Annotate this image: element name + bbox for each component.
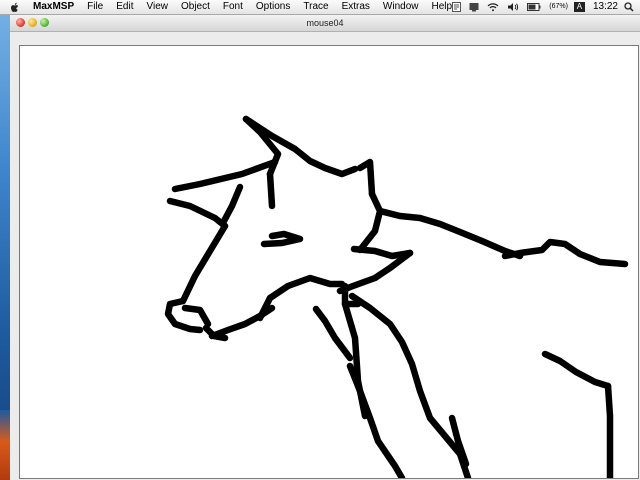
drawing-canvas[interactable] bbox=[19, 45, 639, 479]
sketch-stroke bbox=[166, 197, 229, 230]
battery-icon[interactable] bbox=[527, 3, 541, 11]
spotlight-icon[interactable] bbox=[624, 2, 634, 12]
script-menu-icon[interactable] bbox=[452, 2, 462, 12]
desktop-background bbox=[0, 0, 10, 480]
patcher-window: mouse04 bbox=[10, 15, 640, 480]
menu-edit[interactable]: Edit bbox=[116, 0, 133, 14]
volume-icon[interactable] bbox=[507, 2, 519, 12]
desktop-wallpaper-accent bbox=[0, 410, 10, 480]
sketch-stroke bbox=[312, 305, 354, 362]
menu-object[interactable]: Object bbox=[181, 0, 210, 14]
sketch-stroke bbox=[256, 274, 346, 322]
menu-window[interactable]: Window bbox=[383, 0, 419, 14]
sketch-stroke bbox=[541, 350, 612, 390]
sketch-stroke bbox=[171, 158, 279, 193]
menu-view[interactable]: View bbox=[146, 0, 168, 14]
menu-app-maxmsp[interactable]: MaxMSP bbox=[33, 0, 74, 14]
sketch-stroke bbox=[348, 292, 472, 478]
sketch-stroke bbox=[260, 230, 304, 248]
wolf-sketch-drawing bbox=[164, 115, 629, 478]
sketch-stroke bbox=[346, 362, 406, 478]
menu-font[interactable]: Font bbox=[223, 0, 243, 14]
sketch-stroke bbox=[181, 304, 212, 328]
status-area: (67%) A 13:22 bbox=[452, 0, 640, 14]
sketch-stroke bbox=[356, 190, 384, 254]
wifi-icon[interactable] bbox=[487, 2, 499, 12]
menu-help[interactable]: Help bbox=[432, 0, 453, 14]
sketch-stroke bbox=[350, 245, 414, 260]
menu-bar: MaxMSP File Edit View Object Font Option… bbox=[0, 0, 640, 15]
menu-options[interactable]: Options bbox=[256, 0, 290, 14]
window-titlebar[interactable]: mouse04 bbox=[10, 15, 640, 32]
clock[interactable]: 13:22 bbox=[593, 0, 618, 14]
user-switch-icon[interactable]: A bbox=[573, 2, 585, 12]
sketch-stroke bbox=[376, 207, 524, 260]
menu-trace[interactable]: Trace bbox=[303, 0, 328, 14]
display-icon[interactable] bbox=[469, 2, 479, 12]
sketch-stroke bbox=[604, 382, 614, 478]
battery-percentage: (67%) bbox=[549, 3, 568, 10]
sketch-stroke bbox=[179, 222, 229, 305]
sketch-stroke bbox=[336, 249, 414, 295]
window-title: mouse04 bbox=[306, 18, 344, 28]
menu-file[interactable]: File bbox=[87, 0, 103, 14]
sketch-stroke bbox=[356, 158, 376, 198]
menu-extras[interactable]: Extras bbox=[342, 0, 370, 14]
sketch-stroke bbox=[220, 183, 244, 225]
sketch-stroke bbox=[266, 170, 276, 210]
sketch-stroke bbox=[501, 238, 629, 268]
apple-menu-icon[interactable] bbox=[8, 2, 22, 13]
